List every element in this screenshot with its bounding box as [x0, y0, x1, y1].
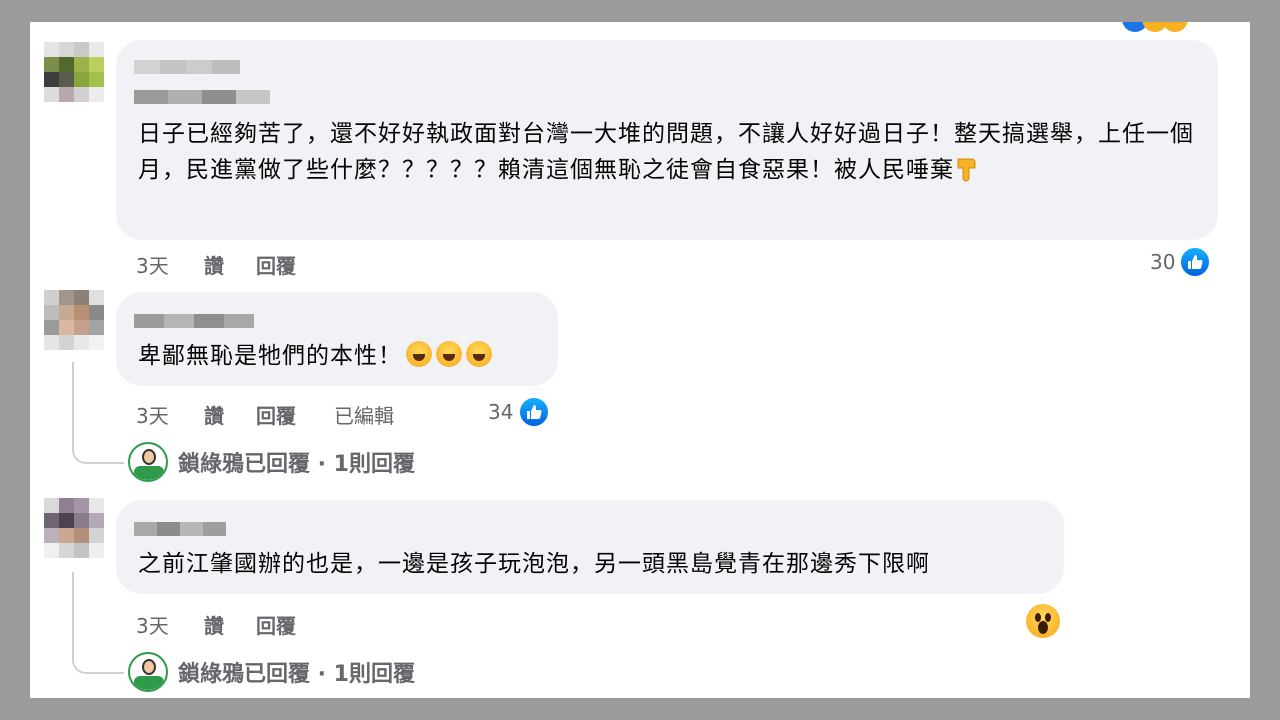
comment-actions: 3天 讚 回覆 已編輯: [136, 400, 476, 429]
timestamp[interactable]: 3天: [136, 610, 169, 639]
reaction-count[interactable]: 34: [488, 400, 513, 424]
author-name-blurred[interactable]: [134, 314, 254, 328]
replies-summary[interactable]: 鎖綠鴉已回覆 · 1則回覆: [178, 446, 415, 478]
like-button[interactable]: 讚: [204, 400, 224, 429]
avatar[interactable]: [44, 290, 104, 350]
comment-actions: 3天 讚 回覆: [136, 610, 436, 639]
replies-summary[interactable]: 鎖綠鴉已回覆 · 1則回覆: [178, 656, 415, 688]
edited-label[interactable]: 已編輯: [334, 400, 394, 429]
reaction-icons-partial: [1122, 22, 1202, 32]
comment-text: 卑鄙無恥是牠們的本性！: [138, 338, 558, 374]
view-replies-link[interactable]: 鎖綠鴉已回覆 · 1則回覆: [128, 652, 528, 692]
author-name-blurred[interactable]: [134, 60, 240, 74]
comment-bubble: 日子已經夠苦了，還不好好執政面對台灣一大堆的問題，不讓人好好過日子！整天搞選舉，…: [116, 40, 1218, 240]
comment-bubble: 之前江肇國辦的也是，一邊是孩子玩泡泡，另一頭黑島覺青在那邊秀下限啊: [116, 500, 1064, 594]
replier-avatar: [128, 652, 168, 692]
author-subline-blurred: [134, 90, 270, 104]
comment-text: 日子已經夠苦了，還不好好執政面對台灣一大堆的問題，不讓人好好過日子！整天搞選舉，…: [138, 121, 1194, 183]
timestamp[interactable]: 3天: [136, 400, 169, 429]
replier-avatar: [128, 442, 168, 482]
reply-button[interactable]: 回覆: [256, 250, 296, 279]
wow-icon: [1162, 22, 1188, 32]
thumbs-down-emoji: [956, 157, 978, 183]
laughing-tears-emoji: [466, 341, 492, 367]
author-name-blurred[interactable]: [134, 522, 226, 536]
reply-button[interactable]: 回覆: [256, 610, 296, 639]
view-replies-link[interactable]: 鎖綠鴉已回覆 · 1則回覆: [128, 442, 528, 482]
comments-panel: 日子已經夠苦了，還不好好執政面對台灣一大堆的問題，不讓人好好過日子！整天搞選舉，…: [30, 22, 1250, 698]
thread-connector: [72, 572, 124, 674]
avatar[interactable]: [44, 498, 104, 558]
like-button[interactable]: 讚: [204, 610, 224, 639]
thread-connector: [72, 362, 124, 464]
reaction-count[interactable]: 30: [1150, 250, 1175, 274]
like-button[interactable]: 讚: [204, 250, 224, 279]
comment-bubble: 卑鄙無恥是牠們的本性！: [116, 292, 558, 386]
avatar[interactable]: [44, 42, 104, 102]
reply-button[interactable]: 回覆: [256, 400, 296, 429]
laughing-tears-emoji: [436, 341, 462, 367]
like-icon[interactable]: [1179, 246, 1211, 278]
laughing-tears-emoji: [406, 341, 432, 367]
comment-text: 之前江肇國辦的也是，一邊是孩子玩泡泡，另一頭黑島覺青在那邊秀下限啊: [138, 551, 930, 577]
like-icon[interactable]: [518, 396, 550, 428]
wow-icon[interactable]: [1026, 604, 1060, 638]
comment-actions: 3天 讚 回覆: [136, 250, 536, 279]
timestamp[interactable]: 3天: [136, 250, 169, 279]
